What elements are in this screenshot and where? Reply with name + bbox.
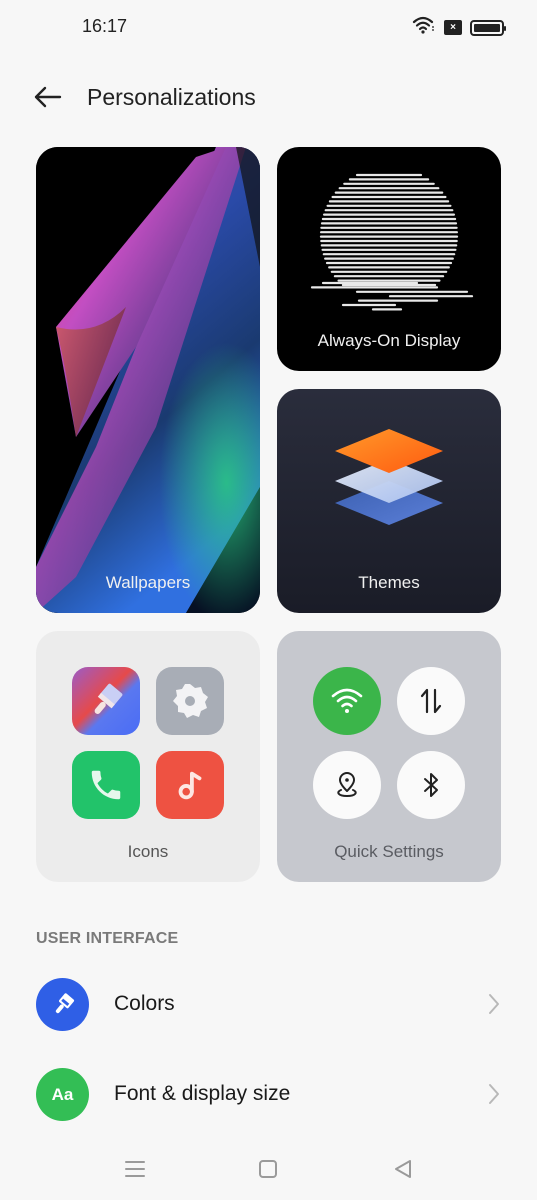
always-on-display-label: Always-On Display [317, 331, 461, 350]
quick-settings-card[interactable]: Quick Settings [277, 631, 501, 882]
quick-settings-label: Quick Settings [334, 842, 444, 861]
always-on-display-card[interactable]: Always-On Display [277, 147, 501, 371]
icons-card[interactable]: Icons [36, 631, 260, 882]
location-icon [337, 772, 357, 798]
mobile-data-toggle [397, 667, 465, 735]
bluetooth-toggle [397, 751, 465, 819]
chevron-right-icon [489, 1084, 499, 1104]
icons-label: Icons [127, 842, 169, 861]
app-header: Personalizations [0, 72, 537, 122]
back-button[interactable] [30, 82, 64, 112]
wallpaper-preview [36, 147, 260, 613]
status-icons: × [412, 16, 506, 39]
wifi-toggle [313, 667, 381, 735]
page-title: Personalizations [87, 84, 256, 110]
music-note-icon [156, 751, 224, 819]
wallpapers-label: Wallpapers [105, 573, 191, 592]
font-icon: Aa [36, 1068, 89, 1121]
status-bar: 16:17 × [0, 0, 537, 54]
font-display-size-label: Font & display size [114, 1082, 291, 1105]
home-button[interactable] [253, 1154, 283, 1184]
menu-icon [125, 1161, 145, 1177]
paintbrush-icon [36, 978, 89, 1031]
back-icon [395, 1160, 411, 1178]
sim-absent-icon: × [444, 20, 462, 35]
mobile-data-icon [420, 688, 442, 714]
wifi-icon [331, 688, 363, 713]
status-time: 16:17 [82, 16, 128, 36]
wallpapers-card[interactable]: Wallpapers [36, 147, 260, 613]
home-icon [259, 1160, 277, 1178]
themes-label: Themes [358, 573, 420, 592]
gear-icon [156, 667, 224, 735]
battery-fill [474, 23, 500, 32]
location-toggle [313, 751, 381, 819]
list-item-font-display-size[interactable]: Aa Font & display size [0, 1054, 537, 1134]
battery-icon [470, 19, 506, 36]
list-item-colors[interactable]: Colors [0, 964, 537, 1044]
colors-label: Colors [114, 992, 175, 1015]
themes-card[interactable]: Themes [277, 389, 501, 613]
bluetooth-icon [424, 773, 438, 797]
recent-apps-button[interactable] [120, 1154, 150, 1184]
nav-back-button[interactable] [388, 1154, 418, 1184]
navigation-bar [0, 1140, 537, 1200]
phone-icon [72, 751, 140, 819]
wifi-icon [412, 16, 436, 39]
chevron-right-icon [489, 994, 499, 1014]
paintbrush-icon [72, 667, 140, 735]
arrow-left-icon [34, 86, 62, 108]
section-header-user-interface: USER INTERFACE [36, 930, 179, 947]
